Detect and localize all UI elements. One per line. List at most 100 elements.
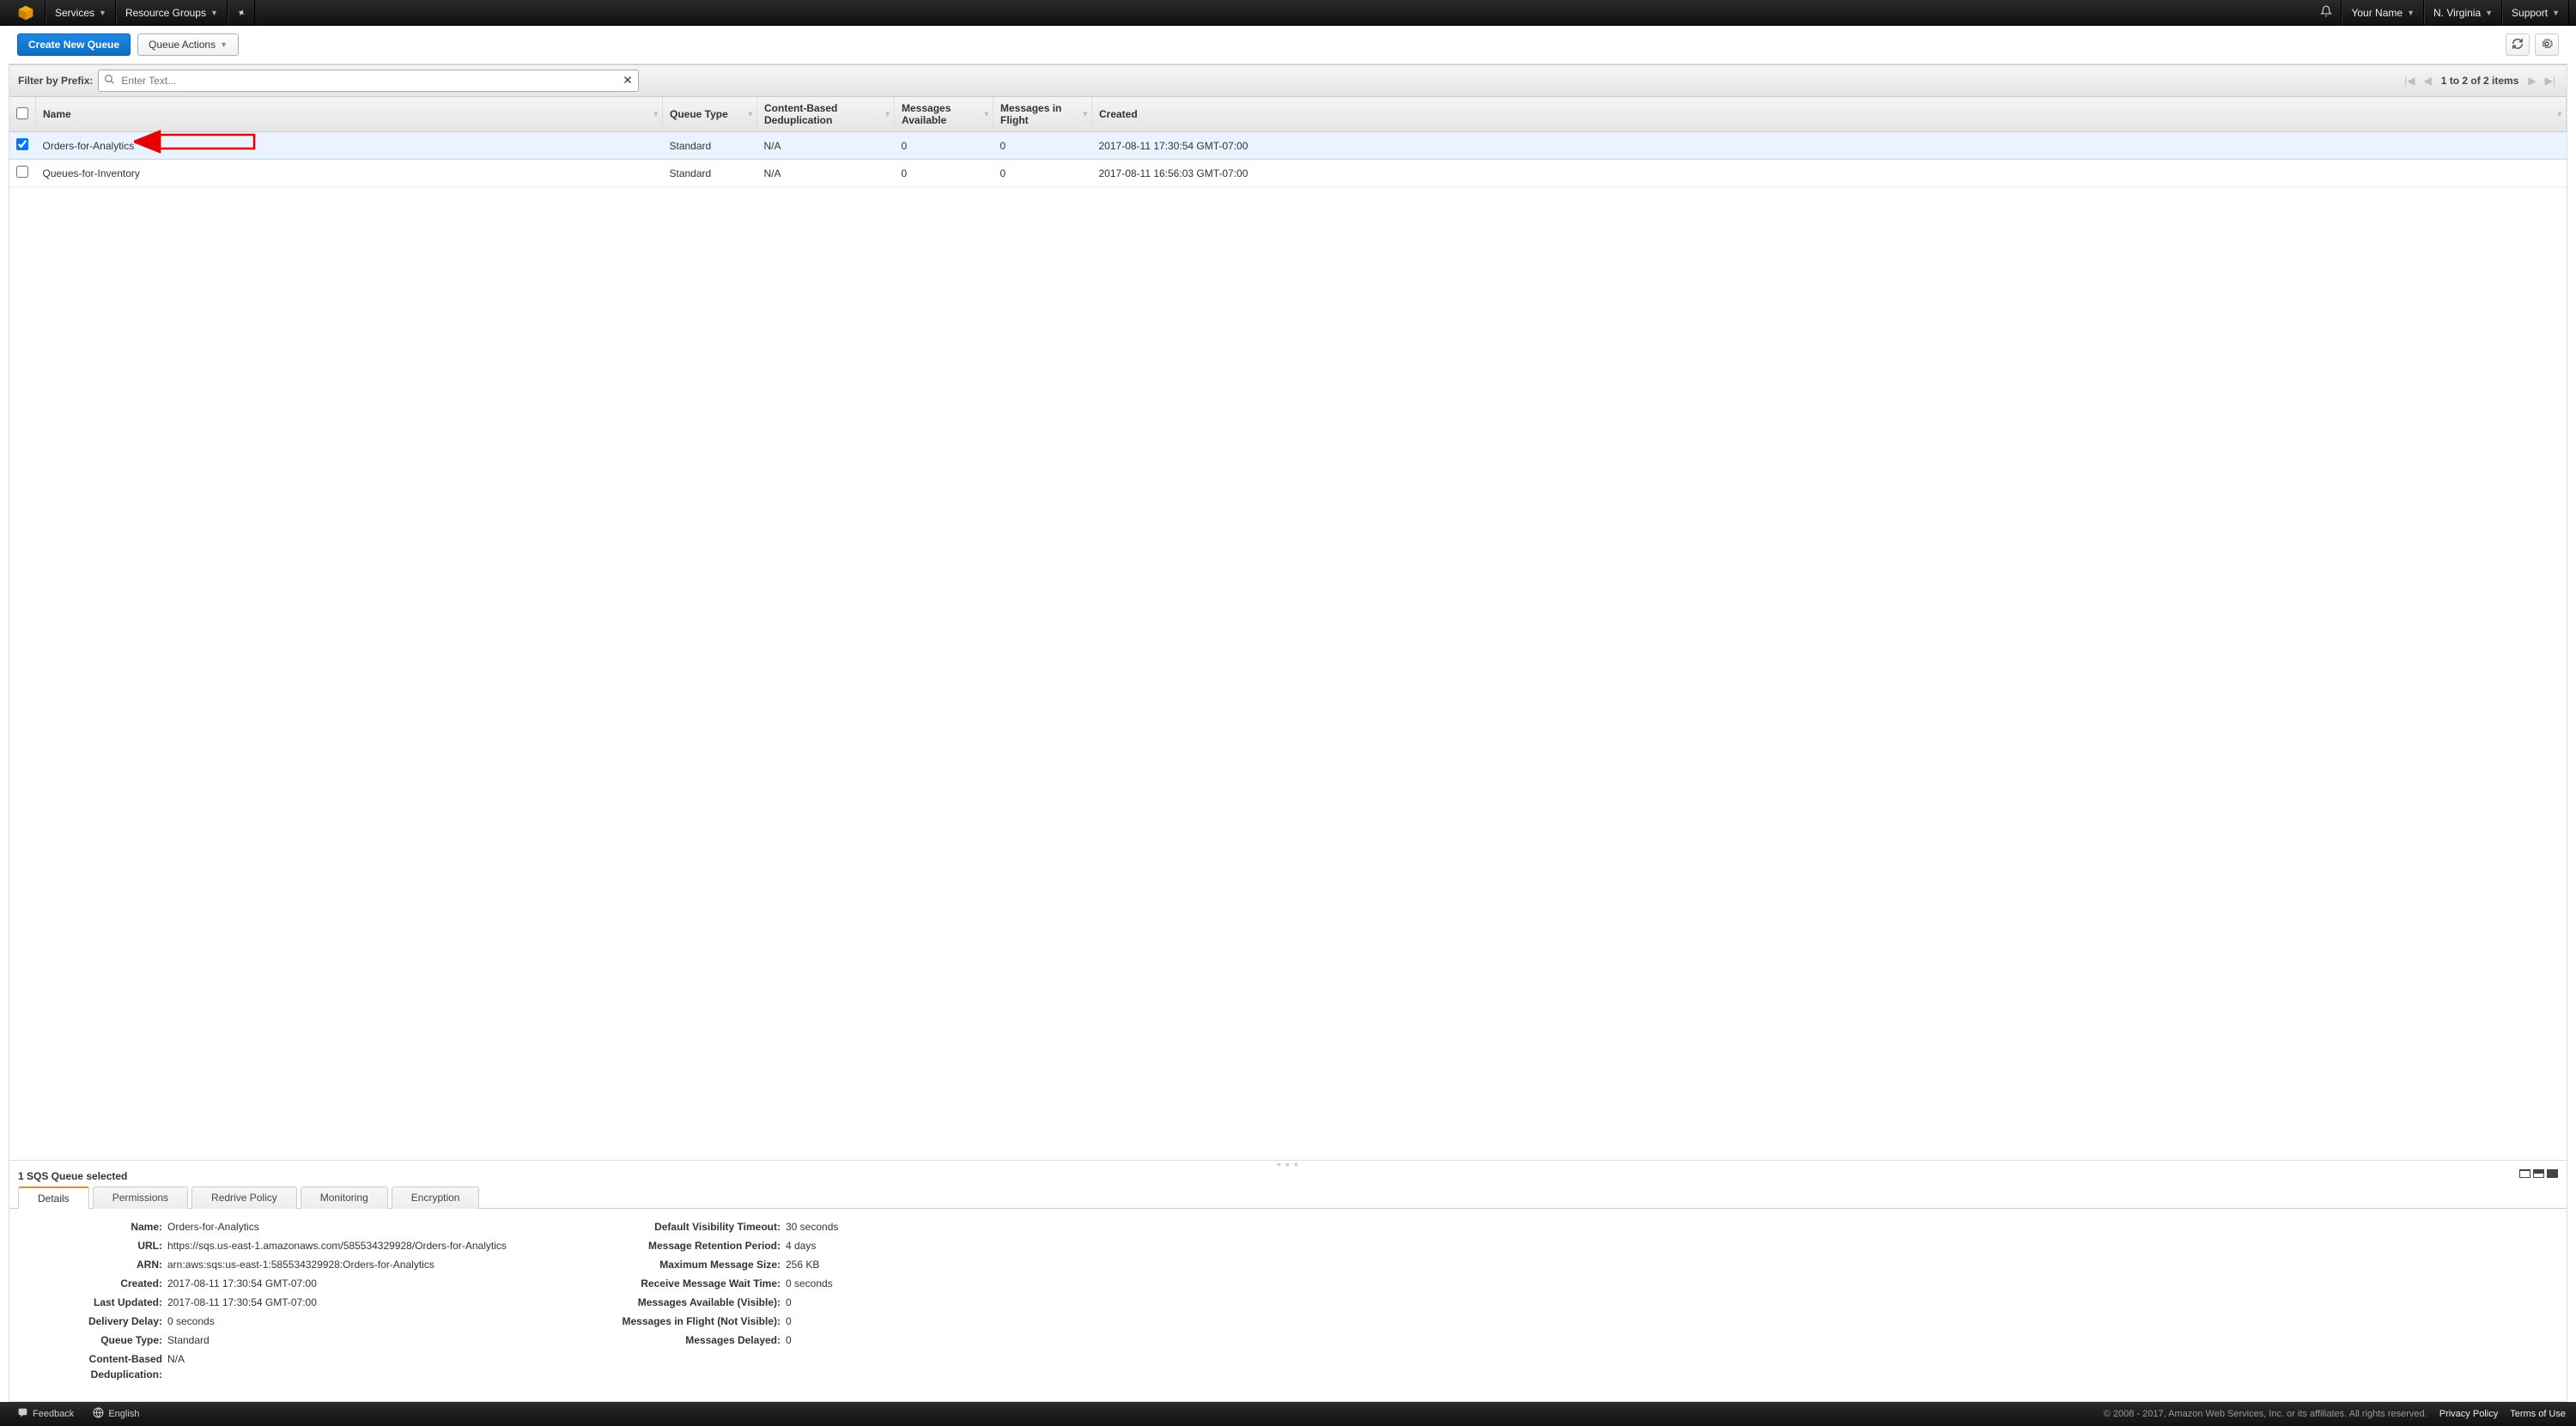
cell-created: 2017-08-11 16:56:03 GMT-07:00 xyxy=(1092,160,2567,187)
sort-icon: ▾ xyxy=(984,110,988,119)
caret-down-icon: ▼ xyxy=(210,9,218,17)
det-wait-value: 0 seconds xyxy=(786,1276,833,1291)
det-vist-label: Default Visibility Timeout: xyxy=(571,1219,786,1235)
queue-actions-label: Queue Actions xyxy=(149,39,216,51)
caret-down-icon: ▼ xyxy=(99,9,106,17)
pager-next-button[interactable]: ▶ xyxy=(2525,73,2538,88)
cell-cbd: N/A xyxy=(757,132,895,160)
col-created[interactable]: Created ▾ xyxy=(1092,97,2567,132)
col-msgs-available[interactable]: Messages Available ▾ xyxy=(895,97,993,132)
sort-icon: ▾ xyxy=(1083,110,1087,119)
footer: Feedback English © 2008 - 2017, Amazon W… xyxy=(0,1402,2576,1426)
panel-title: 1 SQS Queue selected xyxy=(18,1167,127,1182)
nav-pin[interactable]: ✦ xyxy=(228,0,255,25)
sort-icon: ▾ xyxy=(2557,110,2561,119)
select-all-header[interactable] xyxy=(9,97,36,132)
col-name[interactable]: Name ▾ xyxy=(36,97,663,132)
tab-encryption[interactable]: Encryption xyxy=(392,1186,480,1209)
col-qt-label: Queue Type xyxy=(670,108,728,120)
det-ret-label: Message Retention Period: xyxy=(571,1238,786,1253)
nav-region-label: N. Virginia xyxy=(2433,7,2481,19)
row-checkbox[interactable] xyxy=(16,166,28,178)
caret-down-icon: ▼ xyxy=(2485,9,2493,17)
nav-support[interactable]: Support ▼ xyxy=(2502,0,2569,25)
table-row[interactable]: Queues-for-Inventory Standard N/A 0 0 20… xyxy=(9,160,2567,187)
feedback-button[interactable]: Feedback xyxy=(10,1407,81,1421)
panel-half-button[interactable] xyxy=(2533,1169,2544,1178)
table-row[interactable]: Orders-for-Analytics Standard N/A 0 0 20… xyxy=(9,132,2567,160)
panel-min-button[interactable] xyxy=(2519,1169,2530,1178)
det-avail-label: Messages Available (Visible): xyxy=(571,1295,786,1310)
cell-cbd: N/A xyxy=(757,160,895,187)
caret-down-icon: ▼ xyxy=(220,40,228,49)
sort-icon: ▾ xyxy=(748,110,752,119)
det-ret-value: 4 days xyxy=(786,1238,816,1253)
det-updated-value: 2017-08-11 17:30:54 GMT-07:00 xyxy=(167,1295,317,1310)
nav-account[interactable]: Your Name ▼ xyxy=(2342,0,2424,25)
det-delayed-label: Messages Delayed: xyxy=(571,1332,786,1348)
caret-down-icon: ▼ xyxy=(2552,9,2560,17)
col-msgs-flight[interactable]: Messages in Flight▾ xyxy=(993,97,1092,132)
pager-last-button[interactable]: ▶| xyxy=(2543,73,2558,88)
panel-splitter[interactable]: ● ● ● xyxy=(9,1160,2567,1167)
det-name-label: Name: xyxy=(21,1219,167,1235)
terms-link[interactable]: Terms of Use xyxy=(2510,1409,2566,1419)
feedback-label: Feedback xyxy=(33,1409,74,1419)
aws-cube-icon xyxy=(15,3,36,23)
nav-region[interactable]: N. Virginia ▼ xyxy=(2424,0,2502,25)
det-created-value: 2017-08-11 17:30:54 GMT-07:00 xyxy=(167,1276,317,1291)
cell-avail: 0 xyxy=(895,132,993,160)
pager: |◀ ◀ 1 to 2 of 2 items ▶ ▶| xyxy=(2402,73,2558,88)
queue-actions-button[interactable]: Queue Actions ▼ xyxy=(137,33,239,56)
pager-prev-button[interactable]: ◀ xyxy=(2421,73,2433,88)
det-qtype-value: Standard xyxy=(167,1332,210,1348)
nav-resource-groups[interactable]: Resource Groups ▼ xyxy=(116,0,228,25)
cell-name: Orders-for-Analytics xyxy=(36,132,663,160)
aws-home-button[interactable] xyxy=(7,0,46,25)
cell-type: Standard xyxy=(663,160,757,187)
tab-permissions[interactable]: Permissions xyxy=(93,1186,188,1209)
det-avail-value: 0 xyxy=(786,1295,792,1310)
refresh-button[interactable] xyxy=(2506,33,2530,56)
panel-max-button[interactable] xyxy=(2547,1169,2558,1178)
det-wait-label: Receive Message Wait Time: xyxy=(571,1276,786,1291)
tab-monitoring[interactable]: Monitoring xyxy=(301,1186,388,1209)
settings-button[interactable] xyxy=(2535,33,2559,56)
pager-first-button[interactable]: |◀ xyxy=(2402,73,2417,88)
nav-services[interactable]: Services ▼ xyxy=(46,0,116,25)
language-label: English xyxy=(108,1409,139,1419)
search-icon xyxy=(104,74,115,88)
queue-table: Name ▾ Queue Type ▾ Content-Based Deduplic… xyxy=(9,97,2567,187)
filter-input[interactable] xyxy=(98,70,639,92)
col-created-label: Created xyxy=(1099,108,1138,120)
cell-type: Standard xyxy=(663,132,757,160)
clear-filter-button[interactable] xyxy=(623,74,633,88)
row-checkbox[interactable] xyxy=(16,138,28,150)
filter-label: Filter by Prefix: xyxy=(18,75,93,87)
col-ma-label: Messages Available xyxy=(902,102,951,126)
privacy-link[interactable]: Privacy Policy xyxy=(2439,1409,2498,1419)
globe-icon xyxy=(93,1407,104,1421)
tab-redrive[interactable]: Redrive Policy xyxy=(191,1186,297,1209)
cell-created: 2017-08-11 17:30:54 GMT-07:00 xyxy=(1092,132,2567,160)
pin-icon: ✦ xyxy=(234,5,248,20)
col-name-label: Name xyxy=(43,108,71,120)
det-url-label: URL: xyxy=(21,1238,167,1253)
panel-tabs: Details Permissions Redrive Policy Monit… xyxy=(9,1186,2567,1209)
sort-icon: ▾ xyxy=(653,110,658,119)
det-delayed-value: 0 xyxy=(786,1332,792,1348)
det-updated-label: Last Updated: xyxy=(21,1295,167,1310)
det-cbd-value: N/A xyxy=(167,1351,185,1382)
toolbar: Create New Queue Queue Actions ▼ xyxy=(9,26,2567,64)
language-button[interactable]: English xyxy=(86,1407,146,1421)
caret-down-icon: ▼ xyxy=(2407,9,2415,17)
create-queue-button[interactable]: Create New Queue xyxy=(17,33,131,56)
det-qtype-label: Queue Type: xyxy=(21,1332,167,1348)
tab-details[interactable]: Details xyxy=(18,1186,89,1209)
nav-notifications[interactable] xyxy=(2312,0,2342,25)
select-all-checkbox[interactable] xyxy=(16,107,28,119)
det-arn-label: ARN: xyxy=(21,1257,167,1272)
col-queue-type[interactable]: Queue Type ▾ xyxy=(663,97,757,132)
col-cbd[interactable]: Content-Based Deduplication▾ xyxy=(757,97,895,132)
copyright-text: © 2008 - 2017, Amazon Web Services, Inc.… xyxy=(2104,1409,2427,1419)
